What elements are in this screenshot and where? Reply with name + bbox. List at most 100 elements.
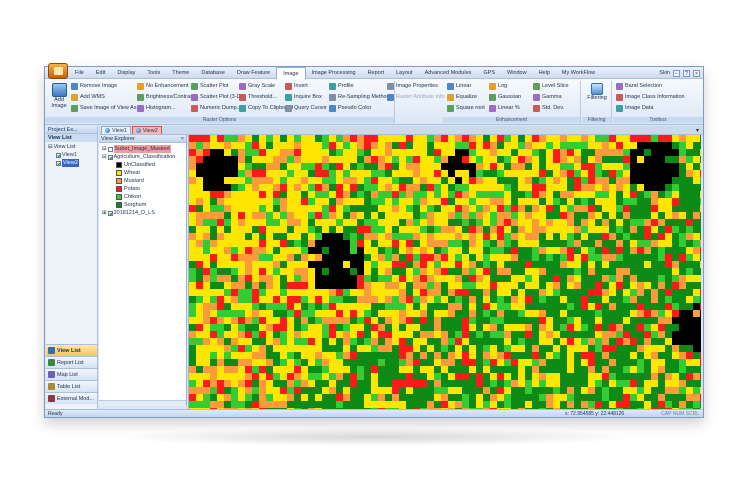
ribbon-button-query-cursor[interactable]: Query Cursor <box>285 104 327 113</box>
layer-visibility-checkbox[interactable] <box>107 146 113 152</box>
legend-label: UnClassified <box>124 162 155 168</box>
menu-display[interactable]: Display <box>111 67 141 79</box>
ribbon-button-invert[interactable]: Invert <box>285 82 327 91</box>
ribbon-button-save-image-of-view-as[interactable]: Save Image of View As... <box>71 104 141 113</box>
menu-draw-feature[interactable]: Draw Feature <box>231 67 276 79</box>
menu-help[interactable]: Help <box>533 67 556 79</box>
ribbon-button-band-selection[interactable]: Band Selection <box>616 82 685 91</box>
collapse-icon[interactable]: ⊟ <box>102 153 107 161</box>
menu-report[interactable]: Report <box>362 67 391 79</box>
ribbon-button-gaussian[interactable]: Gaussian <box>489 93 521 102</box>
menu-file[interactable]: File <box>69 67 90 79</box>
menu-gps[interactable]: GPS <box>477 67 501 79</box>
ribbon-button-image-class-information[interactable]: Image Class Information <box>616 93 685 102</box>
menu-window[interactable]: Window <box>501 67 533 79</box>
ribbon-button-std-dev[interactable]: Std. Dev. <box>533 104 569 113</box>
ribbon-button-no-enhancement[interactable]: No Enhancement <box>137 82 199 91</box>
tab-view2[interactable]: View2 <box>131 126 162 134</box>
raster-cell <box>364 219 371 226</box>
raster-cell <box>427 352 434 359</box>
view-item-view2[interactable]: View2 <box>56 159 97 167</box>
layer-row-classification[interactable]: ⊟ Agriculture_Classification <box>102 153 185 161</box>
ribbon-button-histogram[interactable]: Histogram... <box>137 104 199 113</box>
menu-theme[interactable]: Theme <box>166 67 195 79</box>
expand-icon[interactable]: ⊞ <box>102 209 107 217</box>
ribbon-button-scatter-plot[interactable]: Scatter Plot <box>191 82 242 91</box>
nav-button-table-list[interactable]: Table List <box>46 380 97 392</box>
map-view-canvas[interactable] <box>188 135 701 410</box>
view-checkbox[interactable] <box>56 152 61 158</box>
ribbon-button-numeric-dump[interactable]: Numeric Dump... <box>191 104 242 113</box>
ribbon-button-image-data[interactable]: Image Data <box>616 104 685 113</box>
ribbon-button-image-properties[interactable]: Image Properties <box>387 82 445 91</box>
raster-cell <box>644 205 651 212</box>
raster-cell <box>679 352 686 359</box>
raster-cell <box>273 212 280 219</box>
raster-cell <box>350 345 357 352</box>
raster-cell <box>553 149 560 156</box>
raster-cell <box>602 338 609 345</box>
layer-row-subset[interactable]: ⊟ Subet_Image_Masked <box>102 145 185 153</box>
layer-visibility-checkbox[interactable] <box>107 154 113 160</box>
raster-cell <box>700 184 701 191</box>
tab-view1[interactable]: View1 <box>101 126 131 134</box>
ribbon-button-gamma[interactable]: Gamma <box>533 93 569 102</box>
ribbon-button-log[interactable]: Log <box>489 82 521 91</box>
raster-cell <box>560 177 567 184</box>
ribbon-button-linear[interactable]: Linear <box>447 82 485 91</box>
panel-close-icon[interactable]: × <box>181 135 184 142</box>
menu-database[interactable]: Database <box>195 67 231 79</box>
nav-button-view-list[interactable]: View List <box>46 344 97 356</box>
ribbon-button-inquire-box[interactable]: Inquire Box <box>285 93 327 102</box>
nav-button-external-mod[interactable]: External Mod... <box>46 392 97 404</box>
ribbon-button-linear[interactable]: Linear % <box>489 104 521 113</box>
menu-edit[interactable]: Edit <box>90 67 111 79</box>
ribbon-button-raster-attribute-info[interactable]: Raster Attribute Info <box>387 93 445 102</box>
ribbon-button-level-slice[interactable]: Level Slice <box>533 82 569 91</box>
std-dev-icon <box>533 105 540 112</box>
raster-cell <box>595 331 602 338</box>
ribbon-button-pseudo-color[interactable]: Pseudo Color <box>329 104 390 113</box>
view-item-view1[interactable]: View1 <box>56 151 97 159</box>
ribbon-button-add-wms[interactable]: Add WMS <box>71 93 141 102</box>
raster-cell <box>602 268 609 275</box>
ribbon-button-brightness-contrast[interactable]: Brightness/Contrast... <box>137 93 199 102</box>
ribbon-button-profile[interactable]: Profile <box>329 82 390 91</box>
tab-dropdown-icon[interactable]: ▾ <box>696 127 699 134</box>
raster-cell <box>651 282 658 289</box>
close-icon[interactable]: × <box>693 69 700 77</box>
minimize-icon[interactable]: − <box>673 69 680 77</box>
nav-button-report-list[interactable]: Report List <box>46 356 97 368</box>
application-menu-button[interactable] <box>48 63 68 79</box>
skin-menu[interactable]: Skin <box>659 70 670 76</box>
filtering-button[interactable]: Filtering <box>585 83 609 101</box>
raster-cell <box>609 163 616 170</box>
nav-button-map-list[interactable]: Map List <box>46 368 97 380</box>
layer-visibility-checkbox[interactable] <box>107 210 113 216</box>
horizontal-scrollbar[interactable] <box>99 400 186 406</box>
menu-advanced-modules[interactable]: Advanced Modules <box>419 67 478 79</box>
ribbon-button-square-root[interactable]: Square root <box>447 104 485 113</box>
view-checkbox[interactable] <box>56 160 61 166</box>
ribbon-button-scatter-plot-3-d[interactable]: Scatter Plot (3-D) <box>191 93 242 102</box>
raster-cell <box>322 380 329 387</box>
help-icon[interactable]: ? <box>683 69 690 77</box>
raster-cell <box>315 331 322 338</box>
menu-my-workflow[interactable]: My WorkFlow <box>556 67 601 79</box>
collapse-icon[interactable]: ⊟ <box>48 143 53 151</box>
tree-root[interactable]: ⊟ View List <box>48 143 97 151</box>
layer-row-landsat[interactable]: ⊞ 20181214_D_LS <box>102 209 185 217</box>
collapse-icon[interactable]: ⊟ <box>102 145 107 153</box>
raster-cell <box>476 135 483 142</box>
menu-tools[interactable]: Tools <box>141 67 166 79</box>
scatter-plot-3-d-icon <box>191 94 198 101</box>
menu-image[interactable]: Image <box>276 67 306 79</box>
menu-image-processing[interactable]: Image Processing <box>306 67 362 79</box>
menu-layout[interactable]: Layout <box>390 67 419 79</box>
raster-cell <box>693 275 700 282</box>
ribbon-button-equalize[interactable]: Equalize <box>447 93 485 102</box>
ribbon-button-re-sampling-method[interactable]: Re-Sampling Method <box>329 93 390 102</box>
ribbon-button-remove-image[interactable]: Remove Image <box>71 82 141 91</box>
add-image-button[interactable]: Add Image <box>49 83 69 115</box>
raster-cell <box>525 289 532 296</box>
